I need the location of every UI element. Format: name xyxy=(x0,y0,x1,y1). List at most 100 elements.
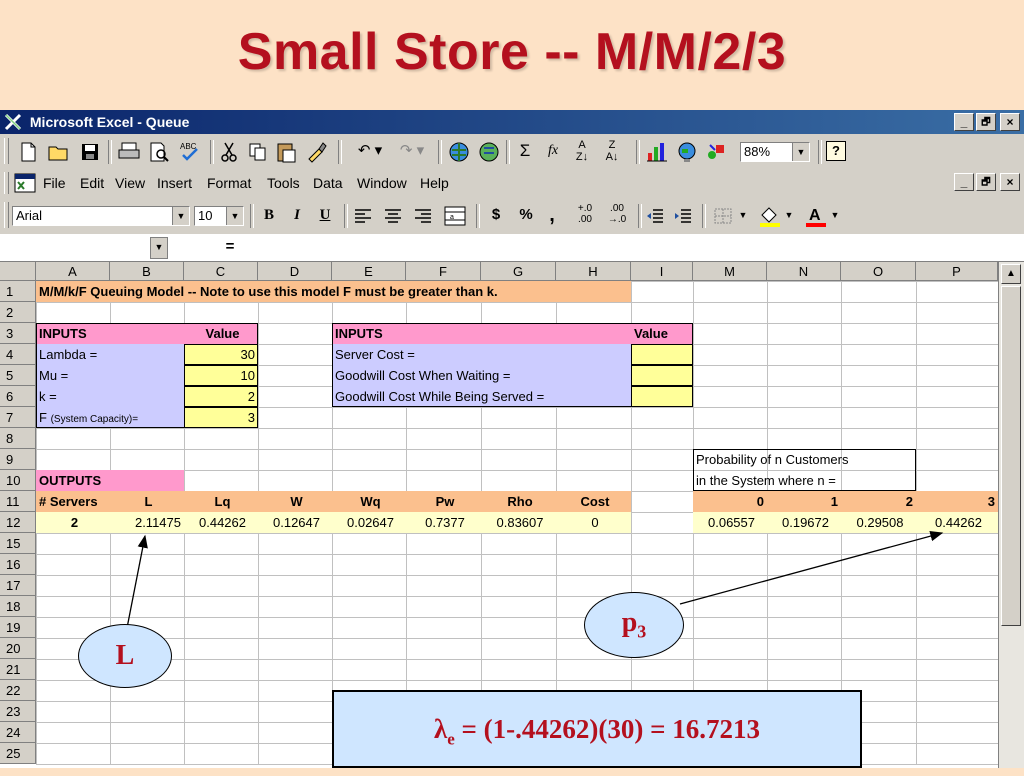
workbook-minimize-button[interactable]: _ xyxy=(954,173,974,191)
name-box[interactable]: ▼ xyxy=(4,237,168,259)
column-header-a[interactable]: A xyxy=(36,262,110,281)
autosum-icon[interactable]: Σ xyxy=(514,139,536,163)
row-header-7[interactable]: 7 xyxy=(0,407,36,428)
new-document-icon[interactable] xyxy=(18,142,38,162)
font-color-icon[interactable]: A xyxy=(804,205,828,227)
workbook-control-icon[interactable] xyxy=(14,173,36,193)
input-value-cell[interactable]: 2 xyxy=(184,386,258,407)
redo-icon[interactable]: ↷ ▾ xyxy=(392,139,432,163)
prob-value-cell[interactable]: 0.29508 xyxy=(841,512,916,533)
copy-icon[interactable] xyxy=(248,142,268,162)
help-question-icon[interactable]: ? xyxy=(826,141,846,161)
row-header-21[interactable]: 21 xyxy=(0,659,36,680)
chevron-down-icon[interactable]: ▼ xyxy=(226,207,243,225)
menu-help[interactable]: Help xyxy=(420,172,449,194)
inputs-right-header-cell[interactable]: INPUTS xyxy=(332,323,631,344)
chevron-down-icon[interactable]: ▼ xyxy=(784,203,794,227)
row-header-8[interactable]: 8 xyxy=(0,428,36,449)
column-header-h[interactable]: H xyxy=(556,262,631,281)
prob-header-cell[interactable]: 1 xyxy=(767,491,841,512)
input-label-cell[interactable]: k = xyxy=(36,386,184,407)
input-label-cell[interactable]: Mu = xyxy=(36,365,184,386)
input-right-label-cell[interactable]: Goodwill Cost When Waiting = xyxy=(332,365,631,386)
row-header-22[interactable]: 22 xyxy=(0,680,36,701)
row-header-17[interactable]: 17 xyxy=(0,575,36,596)
row-header-24[interactable]: 24 xyxy=(0,722,36,743)
window-titlebar[interactable]: Microsoft Excel - Queue _ 🗗 × xyxy=(0,110,1024,134)
row-header-3[interactable]: 3 xyxy=(0,323,36,344)
minimize-button[interactable]: _ xyxy=(954,113,974,131)
hyperlink-globe-icon[interactable] xyxy=(448,141,470,163)
row-header-10[interactable]: 10 xyxy=(0,470,36,491)
save-disk-icon[interactable] xyxy=(80,142,100,162)
sort-ascending-icon[interactable]: A Z↓ xyxy=(570,139,594,163)
row-header-25[interactable]: 25 xyxy=(0,743,36,764)
spelling-check-icon[interactable]: ABC xyxy=(178,140,202,162)
prob-value-cell[interactable]: 0.19672 xyxy=(767,512,841,533)
prob-header-cell[interactable]: 2 xyxy=(841,491,916,512)
workbook-restore-button[interactable]: 🗗 xyxy=(976,173,996,191)
toolbar-grip[interactable] xyxy=(4,202,9,228)
chevron-down-icon[interactable]: ▼ xyxy=(172,207,189,225)
comma-style-button[interactable]: , xyxy=(544,203,560,227)
prob-value-cell[interactable]: 0.44262 xyxy=(916,512,998,533)
output-value-cell[interactable]: 0.02647 xyxy=(332,512,406,533)
menu-format[interactable]: Format xyxy=(207,172,251,194)
row-header-4[interactable]: 4 xyxy=(0,344,36,365)
output-header-cell[interactable]: Wq xyxy=(332,491,406,512)
menu-tools[interactable]: Tools xyxy=(267,172,300,194)
chevron-down-icon[interactable]: ▼ xyxy=(792,143,809,161)
merge-center-icon[interactable]: a xyxy=(444,206,466,226)
inputs-header-cell[interactable]: INPUTS xyxy=(36,323,184,344)
menu-window[interactable]: Window xyxy=(357,172,407,194)
note-cell[interactable]: M/M/k/F Queuing Model -- Note to use thi… xyxy=(36,281,631,302)
output-header-cell[interactable]: Rho xyxy=(481,491,556,512)
row-header-23[interactable]: 23 xyxy=(0,701,36,722)
row-header-20[interactable]: 20 xyxy=(0,638,36,659)
row-header-16[interactable]: 16 xyxy=(0,554,36,575)
output-header-cell[interactable]: W xyxy=(258,491,332,512)
sort-descending-icon[interactable]: Z A↓ xyxy=(600,139,624,163)
chevron-down-icon[interactable]: ▼ xyxy=(738,203,748,227)
row-header-5[interactable]: 5 xyxy=(0,365,36,386)
input-value-cell[interactable]: 3 xyxy=(184,407,258,428)
restore-button[interactable]: 🗗 xyxy=(976,113,996,131)
borders-icon[interactable] xyxy=(714,208,732,224)
align-left-icon[interactable] xyxy=(354,208,372,224)
column-header-d[interactable]: D xyxy=(258,262,332,281)
paste-clipboard-icon[interactable] xyxy=(276,141,298,163)
menubar-grip[interactable] xyxy=(4,172,9,194)
column-header-b[interactable]: B xyxy=(110,262,184,281)
output-header-cell[interactable]: # Servers xyxy=(36,491,110,512)
prob-title-cell[interactable]: in the System where n = xyxy=(693,470,916,491)
print-preview-icon[interactable] xyxy=(148,142,170,162)
prob-title-cell[interactable]: Probability of n Customers xyxy=(693,449,916,470)
column-header-e[interactable]: E xyxy=(332,262,406,281)
row-header-6[interactable]: 6 xyxy=(0,386,36,407)
column-header-n[interactable]: N xyxy=(767,262,841,281)
workbook-close-button[interactable]: × xyxy=(1000,173,1020,191)
output-value-cell[interactable]: 0 xyxy=(556,512,631,533)
column-header-m[interactable]: M xyxy=(693,262,767,281)
formula-equals-button[interactable]: = xyxy=(220,235,240,259)
function-fx-icon[interactable]: fx xyxy=(542,139,564,163)
open-folder-icon[interactable] xyxy=(48,142,70,162)
input-right-label-cell[interactable]: Goodwill Cost While Being Served = xyxy=(332,386,631,407)
menu-data[interactable]: Data xyxy=(313,172,343,194)
align-right-icon[interactable] xyxy=(414,208,432,224)
row-header-1[interactable]: 1 xyxy=(0,281,36,302)
output-value-cell[interactable]: 2 xyxy=(36,512,110,533)
scrollbar-thumb[interactable] xyxy=(1001,286,1021,626)
undo-icon[interactable]: ↶ ▾ xyxy=(350,139,390,163)
row-header-2[interactable]: 2 xyxy=(0,302,36,323)
chart-wizard-icon[interactable] xyxy=(646,141,668,163)
increase-decimal-icon[interactable]: +.0.00 xyxy=(572,203,598,227)
underline-button[interactable]: U xyxy=(314,203,336,227)
output-value-cell[interactable]: 0.12647 xyxy=(258,512,332,533)
column-header-i[interactable]: I xyxy=(631,262,693,281)
prob-header-cell[interactable]: 0 xyxy=(693,491,767,512)
menu-edit[interactable]: Edit xyxy=(80,172,104,194)
input-value-cell[interactable]: 10 xyxy=(184,365,258,386)
output-header-cell[interactable]: Lq xyxy=(184,491,258,512)
row-header-12[interactable]: 12 xyxy=(0,512,36,533)
